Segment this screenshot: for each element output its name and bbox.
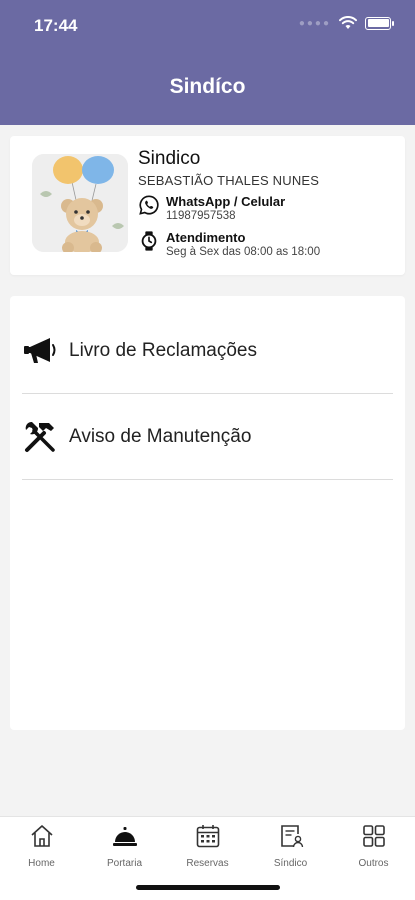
sindico-name: SEBASTIÃO THALES NUNES xyxy=(138,173,320,188)
menu-item-label: Aviso de Manutenção xyxy=(69,425,252,447)
avatar xyxy=(32,154,128,252)
menu-item-label: Livro de Reclamações xyxy=(69,339,257,361)
teddy-bear-illustration xyxy=(32,154,128,252)
wifi-icon xyxy=(339,16,357,29)
megaphone-icon xyxy=(24,337,56,363)
tools-icon xyxy=(25,421,55,452)
grid-icon xyxy=(362,825,385,847)
watch-icon xyxy=(141,231,157,251)
status-time: 17:44 xyxy=(34,16,78,35)
tab-outros[interactable]: Outros xyxy=(332,823,415,869)
battery-icon xyxy=(365,16,394,30)
sindico-info: Sindico SEBASTIÃO THALES NUNES WhatsApp … xyxy=(138,148,398,260)
tab-home[interactable]: Home xyxy=(0,823,83,869)
tab-sindico[interactable]: Síndico xyxy=(249,823,332,869)
whatsapp-icon xyxy=(139,195,159,215)
calendar-icon xyxy=(196,825,219,848)
hours-value: Seg à Sex das 08:00 as 18:00 xyxy=(166,246,321,258)
tab-label: Reservas xyxy=(186,858,229,869)
app-header: 17:44 ●●●● Sindíco xyxy=(0,0,415,125)
whatsapp-label: WhatsApp / Celular xyxy=(166,194,286,209)
hours-info: Atendimento Seg à Sex das 08:00 as 18:00 xyxy=(138,230,398,260)
tab-label: Home xyxy=(28,858,55,869)
menu-item-aviso-manutencao[interactable]: Aviso de Manutenção xyxy=(22,394,393,480)
tab-reservas[interactable]: Reservas xyxy=(166,823,249,869)
hours-label: Atendimento xyxy=(166,230,246,245)
whatsapp-contact[interactable]: WhatsApp / Celular 11987957538 xyxy=(138,194,398,224)
home-icon xyxy=(30,825,53,847)
menu-card: Livro de Reclamações Aviso de Manutenção xyxy=(10,296,405,730)
sindico-card: Sindico SEBASTIÃO THALES NUNES WhatsApp … xyxy=(10,136,405,275)
tab-label: Síndico xyxy=(273,858,308,869)
status-icons: ●●●● xyxy=(298,16,394,30)
service-bell-icon xyxy=(112,827,137,846)
sindico-title: Sindico xyxy=(138,148,201,169)
tab-label: Portaria xyxy=(106,858,142,869)
tab-portaria[interactable]: Portaria xyxy=(83,823,166,869)
page-title: Sindíco xyxy=(169,75,246,98)
signal-icon: ●●●● xyxy=(298,17,331,29)
tab-label: Outros xyxy=(358,858,389,869)
whatsapp-number[interactable]: 11987957538 xyxy=(166,209,285,224)
home-indicator xyxy=(136,885,280,890)
person-document-icon xyxy=(280,825,303,848)
menu-item-livro-reclamacoes[interactable]: Livro de Reclamações xyxy=(22,308,393,394)
